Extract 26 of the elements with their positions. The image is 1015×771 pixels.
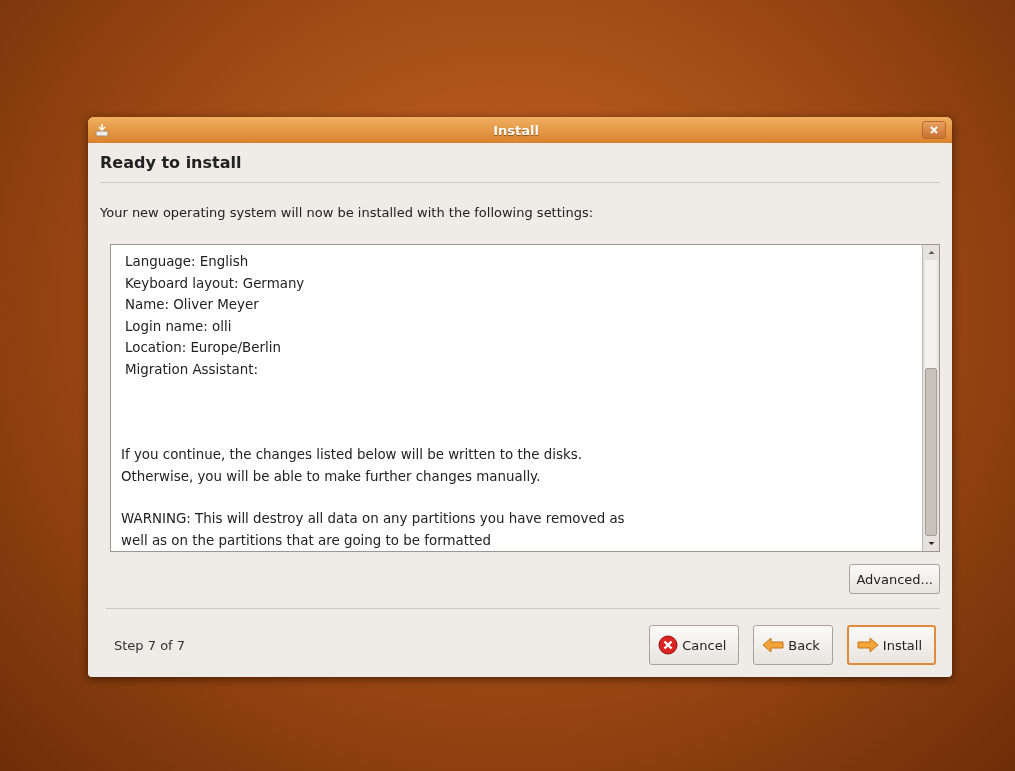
installer-icon (94, 123, 110, 137)
summary-paragraph: If you continue, the changes listed below will be written to the disks. Otherwise, you will be able to make further changes manually. (121, 446, 583, 486)
right-arrow-icon (856, 637, 879, 653)
cancel-button[interactable]: Cancel (649, 625, 740, 665)
window-title: Install (492, 122, 540, 138)
scrollbar[interactable] (922, 245, 939, 551)
setting-line: Language: English (125, 253, 250, 271)
setting-line: Migration Assistant: (125, 360, 259, 379)
advanced-button[interactable]: Advanced... (849, 564, 940, 594)
cancel-icon (658, 635, 679, 655)
scroll-down-icon[interactable] (926, 539, 936, 548)
setting-line: Login name: olli (125, 317, 233, 336)
summary-paragraph: WARNING: This will destroy all data on any partitions you have removed as well as on the partitions that are going to be formatted (121, 510, 626, 550)
setting-line: Location: Europe/Berlin (125, 339, 282, 357)
setting-line: Keyboard layout: Germany (125, 274, 306, 293)
scroll-up-icon[interactable] (926, 248, 936, 257)
page-heading: Ready to install (100, 153, 243, 172)
left-arrow-icon (762, 637, 785, 653)
setting-line: Name: Oliver Meyer (125, 296, 260, 314)
back-button[interactable]: Back (753, 625, 833, 665)
intro-text: Your new operating system will now be installed with the following settings: (100, 205, 595, 220)
close-icon (929, 125, 939, 135)
close-button[interactable] (922, 121, 946, 139)
install-button[interactable]: Install (846, 625, 936, 665)
scrollbar-thumb[interactable] (925, 368, 937, 536)
step-indicator: Step 7 of 7 (114, 637, 186, 653)
